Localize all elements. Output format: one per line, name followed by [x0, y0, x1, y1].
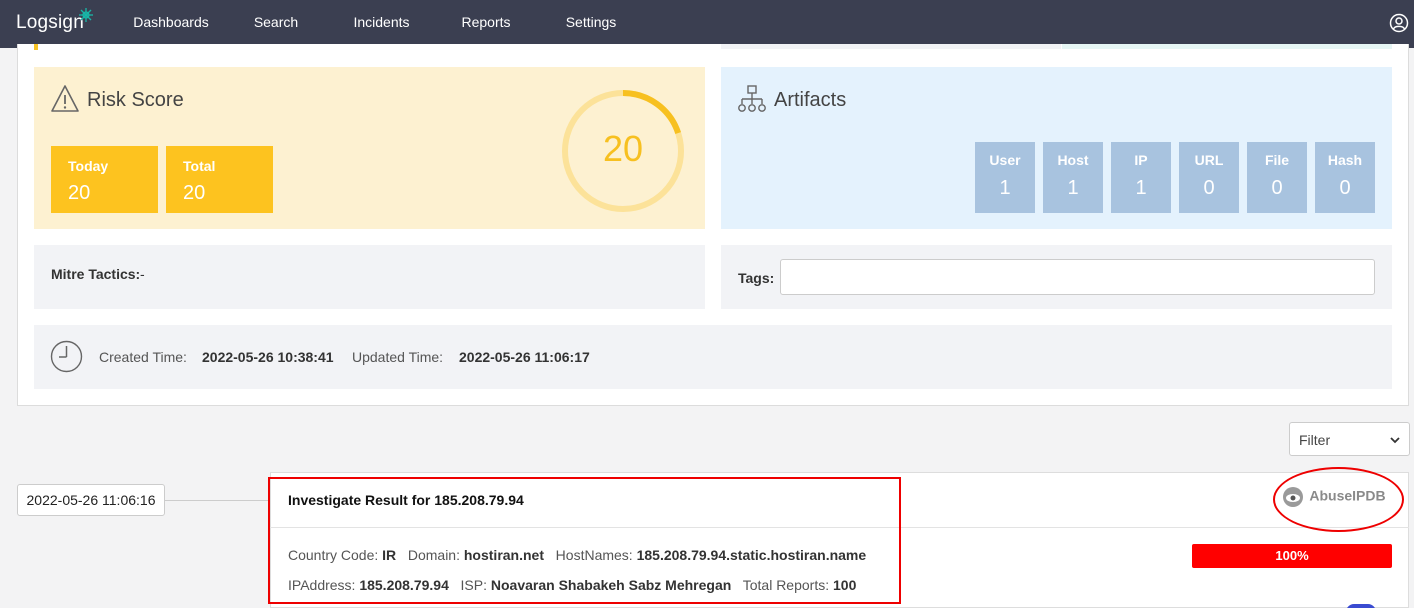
updated-time-label: Updated Time:: [352, 349, 444, 365]
artifact-file[interactable]: File 0: [1247, 142, 1307, 213]
artifact-url[interactable]: URL 0: [1179, 142, 1239, 213]
confidence-progress-bar: 100%: [1192, 544, 1392, 568]
confidence-progress-text: 100%: [1275, 548, 1309, 563]
artifact-label: User: [989, 152, 1021, 168]
chevron-down-icon: [1390, 437, 1400, 444]
today-label: Today: [68, 158, 109, 174]
artifact-value: 0: [1271, 177, 1283, 199]
highlight-ellipse: [1273, 467, 1404, 532]
nav-search[interactable]: Search: [234, 0, 318, 48]
timeline-timestamp: 2022-05-26 11:06:16: [17, 484, 165, 516]
divider: [721, 44, 1061, 49]
top-navbar: Logsign Dashboards Search Incidents Repo…: [0, 0, 1414, 48]
tags-input[interactable]: [780, 259, 1375, 295]
risk-gauge-value: 20: [602, 128, 644, 169]
artifact-ip[interactable]: IP 1: [1111, 142, 1171, 213]
artifact-value: 1: [1135, 177, 1147, 199]
timeline-connector: [165, 500, 270, 501]
mitre-tactics-value: -: [140, 266, 145, 282]
logo[interactable]: Logsign: [16, 12, 84, 34]
user-circle-icon[interactable]: [1389, 13, 1409, 33]
nav-reports[interactable]: Reports: [446, 0, 526, 48]
artifact-label: Host: [1057, 152, 1089, 168]
artifact-label: IP: [1134, 152, 1148, 168]
logo-mark-icon: [79, 8, 93, 22]
scroll-to-top-button[interactable]: [1346, 604, 1376, 608]
today-value: 20: [68, 182, 91, 204]
highlight-rectangle: [268, 477, 901, 604]
artifact-label: Hash: [1327, 152, 1363, 168]
tags-card: Tags:: [721, 245, 1392, 309]
nav-incidents[interactable]: Incidents: [329, 0, 434, 48]
nav-settings[interactable]: Settings: [551, 0, 631, 48]
created-time-value: 2022-05-26 10:38:41: [202, 349, 334, 365]
hierarchy-icon: [738, 85, 766, 112]
nav-dashboards[interactable]: Dashboards: [121, 0, 221, 48]
artifacts-title: Artifacts: [774, 89, 847, 111]
risk-score-title: Risk Score: [87, 89, 184, 111]
artifact-label: URL: [1194, 152, 1224, 168]
artifact-value: 1: [999, 177, 1011, 199]
artifact-hash[interactable]: Hash 0: [1315, 142, 1375, 213]
created-time-label: Created Time:: [99, 349, 187, 365]
today-score-box: Today 20: [51, 146, 158, 213]
artifact-label: File: [1264, 152, 1290, 168]
warning-triangle-icon: [51, 85, 79, 112]
divider: [34, 44, 38, 50]
tags-label: Tags:: [738, 270, 775, 286]
clock-icon: [50, 340, 83, 373]
filter-selected-value: Filter: [1299, 432, 1331, 448]
divider: [1062, 44, 1392, 49]
artifact-user[interactable]: User 1: [975, 142, 1035, 213]
mitre-tactics-label: Mitre Tactics:: [51, 266, 141, 282]
time-info-card: Created Time: 2022-05-26 10:38:41 Update…: [34, 325, 1392, 389]
total-score-box: Total 20: [166, 146, 273, 213]
total-value: 20: [183, 182, 206, 204]
artifact-value: 0: [1339, 177, 1351, 199]
artifact-value: 1: [1067, 177, 1079, 199]
artifact-host[interactable]: Host 1: [1043, 142, 1103, 213]
total-label: Total: [183, 158, 216, 174]
artifact-value: 0: [1203, 177, 1215, 199]
mitre-tactics-card: Mitre Tactics: -: [34, 245, 705, 309]
updated-time-value: 2022-05-26 11:06:17: [459, 349, 590, 365]
filter-select[interactable]: Filter: [1289, 422, 1410, 456]
